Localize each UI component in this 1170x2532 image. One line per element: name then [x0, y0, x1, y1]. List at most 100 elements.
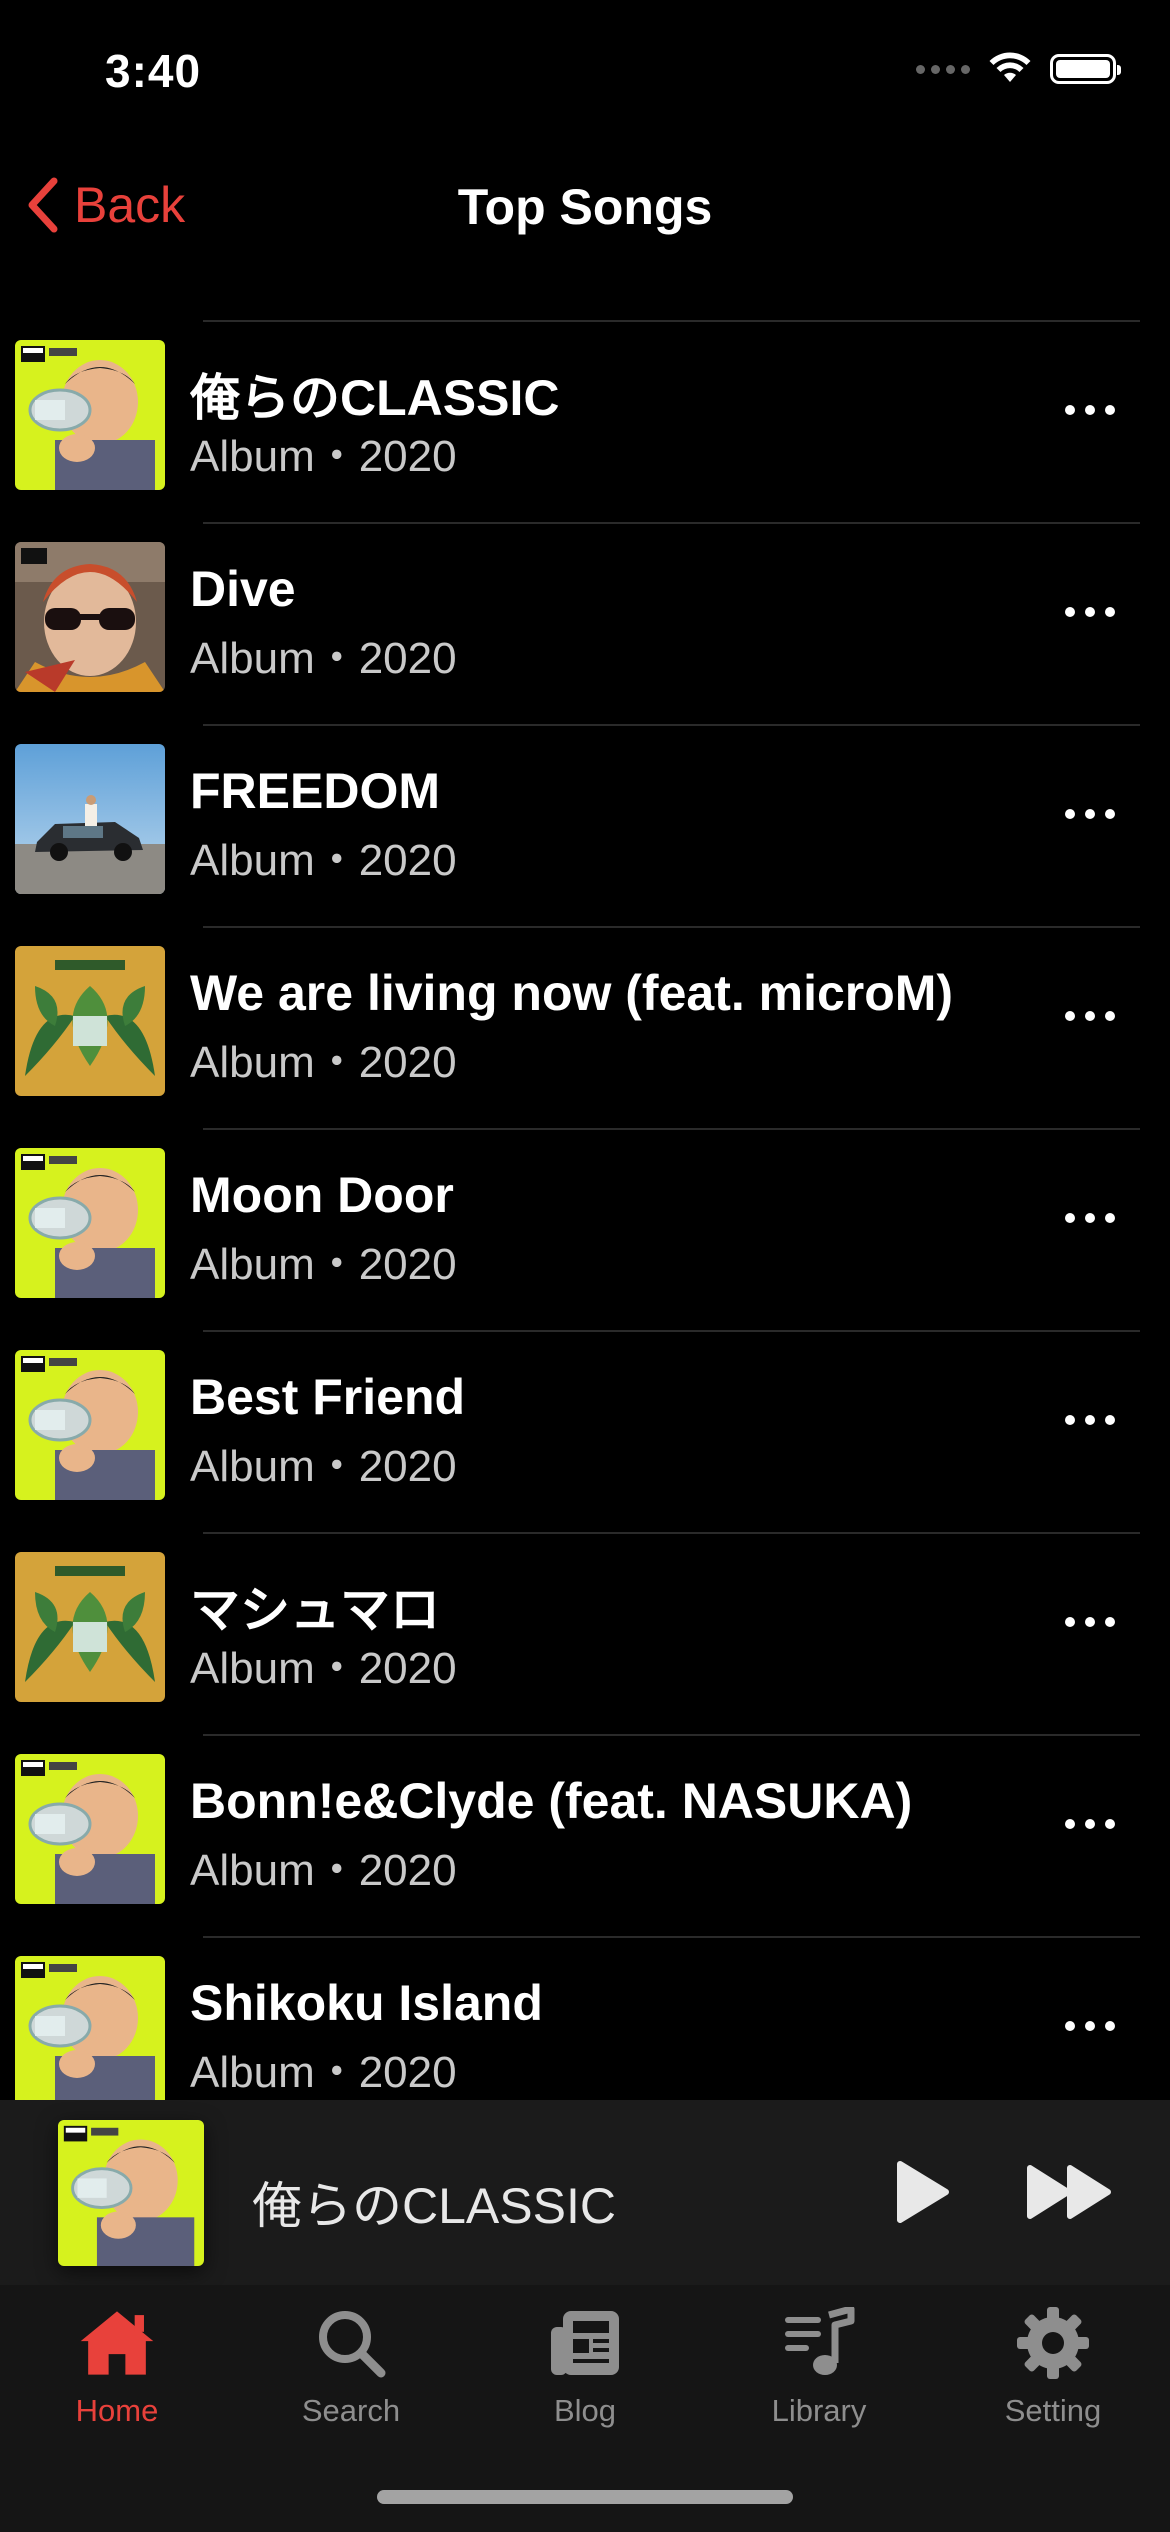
tab-blog[interactable]: Blog [468, 2303, 702, 2429]
ellipsis-icon [1065, 809, 1115, 819]
song-row[interactable]: Moon Door Album・2020 [0, 1128, 1170, 1330]
album-artwork [15, 542, 165, 692]
row-divider [203, 724, 1140, 726]
album-art-image [15, 1350, 165, 1500]
more-options-button[interactable] [1060, 1794, 1120, 1854]
tab-setting-label: Setting [1004, 2393, 1102, 2428]
song-subtitle: Album・2020 [190, 1846, 457, 1895]
album-art-image [15, 1148, 165, 1298]
battery-icon [1050, 54, 1121, 84]
cellular-signal-icon [916, 64, 970, 74]
row-divider [203, 522, 1140, 524]
song-row[interactable]: FREEDOM Album・2020 [0, 724, 1170, 926]
more-options-button[interactable] [1060, 1592, 1120, 1652]
tab-library[interactable]: Library [702, 2303, 936, 2429]
more-options-button[interactable] [1060, 582, 1120, 642]
page-title: Top Songs [457, 179, 713, 235]
song-subtitle: Album・2020 [190, 1644, 457, 1693]
song-subtitle: Album・2020 [190, 432, 457, 481]
ellipsis-icon [1065, 607, 1115, 617]
ellipsis-icon [1065, 1011, 1115, 1021]
ellipsis-icon [1065, 1819, 1115, 1829]
song-title: Best Friend [190, 1369, 466, 1425]
song-title: Bonn!e&Clyde (feat. NASUKA) [190, 1773, 913, 1829]
song-title: Moon Door [190, 1167, 454, 1223]
ellipsis-icon [1065, 405, 1115, 415]
song-subtitle: Album・2020 [190, 1442, 457, 1491]
status-icons [916, 52, 1121, 86]
song-subtitle: Album・2020 [190, 836, 457, 885]
navigation-bar: Back Top Songs [0, 160, 1170, 256]
ellipsis-icon [1065, 2021, 1115, 2031]
album-art-image [58, 2120, 204, 2266]
song-title: Shikoku Island [190, 1975, 543, 2031]
row-divider [203, 1734, 1140, 1736]
row-divider [203, 320, 1140, 322]
song-subtitle: Album・2020 [190, 2048, 457, 2097]
row-divider [203, 1936, 1140, 1938]
status-time: 3:40 [105, 45, 202, 97]
more-options-button[interactable] [1060, 1390, 1120, 1450]
song-subtitle: Album・2020 [190, 1240, 457, 1289]
song-list: 俺らのCLASSIC Album・2020 Dive Album・2020 FREE… [0, 320, 1170, 2138]
wifi-icon [989, 52, 1031, 82]
song-subtitle: Album・2020 [190, 1038, 457, 1087]
song-row[interactable]: 俺らのCLASSIC Album・2020 [0, 320, 1170, 522]
more-options-button[interactable] [1060, 784, 1120, 844]
album-artwork [15, 1552, 165, 1702]
search-icon [311, 2303, 391, 2383]
tab-search-label: Search [301, 2393, 401, 2428]
tab-home-label: Home [75, 2393, 159, 2428]
ellipsis-icon [1065, 1213, 1115, 1223]
song-row[interactable]: Dive Album・2020 [0, 522, 1170, 724]
album-art-image [15, 744, 165, 894]
row-divider [203, 1330, 1140, 1332]
album-artwork [15, 744, 165, 894]
more-options-button[interactable] [1060, 1188, 1120, 1248]
tab-home[interactable]: Home [0, 2303, 234, 2429]
music-library-icon [779, 2303, 859, 2383]
tab-bar: Home Search Blog Library Setting [0, 2285, 1170, 2532]
song-row[interactable]: マシュマロ Album・2020 [0, 1532, 1170, 1734]
tab-setting[interactable]: Setting [936, 2303, 1170, 2429]
album-artwork [15, 946, 165, 1096]
album-artwork [15, 340, 165, 490]
mini-player[interactable]: 俺らのCLASSIC [0, 2100, 1170, 2285]
status-bar: 3:40 [0, 0, 1170, 140]
song-row[interactable]: Best Friend Album・2020 [0, 1330, 1170, 1532]
home-indicator [377, 2490, 793, 2504]
ellipsis-icon [1065, 1617, 1115, 1627]
album-art-image [15, 1552, 165, 1702]
play-icon[interactable] [880, 2152, 960, 2232]
gear-icon [1013, 2303, 1093, 2383]
album-art-image [15, 1956, 165, 2106]
song-subtitle: Album・2020 [190, 634, 457, 683]
more-options-button[interactable] [1060, 986, 1120, 1046]
mini-player-artwork[interactable] [58, 2120, 204, 2266]
mini-player-title[interactable]: 俺らのCLASSIC [252, 2166, 616, 2238]
row-divider [203, 926, 1140, 928]
more-options-button[interactable] [1060, 1996, 1120, 2056]
song-title: We are living now (feat. microM) [190, 965, 954, 1021]
song-row[interactable]: We are living now (feat. microM) Album・20… [0, 926, 1170, 1128]
tab-library-label: Library [771, 2393, 867, 2428]
album-art-image [15, 542, 165, 692]
home-icon [77, 2303, 157, 2383]
tab-blog-label: Blog [553, 2393, 617, 2428]
newspaper-icon [545, 2303, 625, 2383]
album-artwork [15, 1350, 165, 1500]
tab-search[interactable]: Search [234, 2303, 468, 2429]
song-row[interactable]: Bonn!e&Clyde (feat. NASUKA) Album・2020 [0, 1734, 1170, 1936]
row-divider [203, 1532, 1140, 1534]
ellipsis-icon [1065, 1415, 1115, 1425]
album-art-image [15, 946, 165, 1096]
album-art-image [15, 340, 165, 490]
fast-forward-icon[interactable] [1020, 2152, 1120, 2232]
album-artwork [15, 1956, 165, 2106]
song-title: Dive [190, 561, 296, 617]
album-artwork [15, 1754, 165, 1904]
more-options-button[interactable] [1060, 380, 1120, 440]
album-art-image [15, 1754, 165, 1904]
row-divider [203, 1128, 1140, 1130]
song-title: FREEDOM [190, 763, 440, 819]
